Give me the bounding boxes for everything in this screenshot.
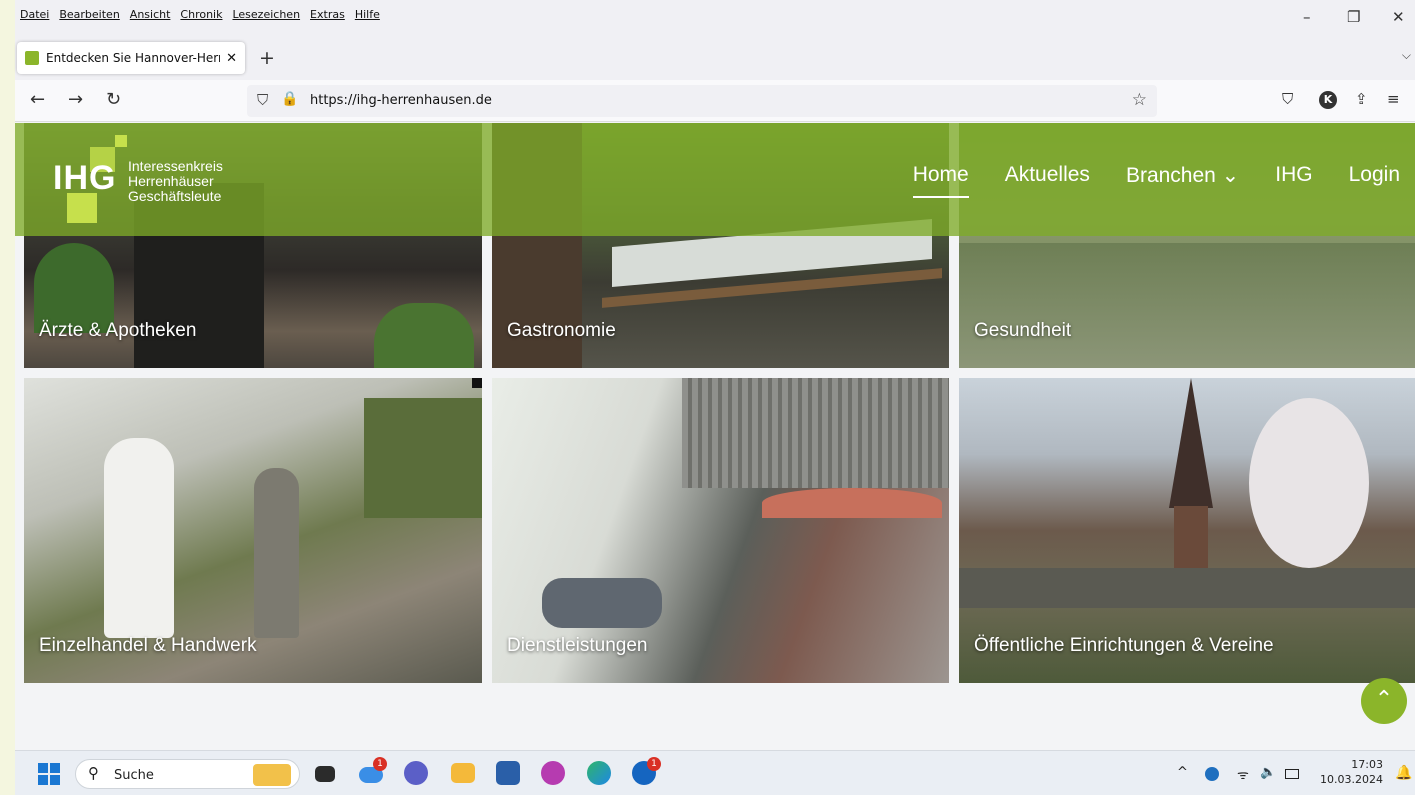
tile-caption: Ärzte & Apotheken [39, 320, 197, 341]
menu-extras[interactable]: Extras [310, 8, 345, 21]
web-page: Ärzte & Apotheken Gastronomie Gesundheit… [15, 123, 1415, 750]
back-icon[interactable]: ← [30, 89, 45, 110]
logo-line1: Interessenkreis [128, 158, 223, 174]
trees [364, 398, 482, 518]
nav-branchen[interactable]: Branchen ⌄ [1126, 163, 1239, 188]
logo-square [115, 135, 127, 147]
windows-start-icon[interactable] [38, 763, 60, 785]
tile-caption: Gesundheit [974, 320, 1072, 341]
edge-icon[interactable] [587, 761, 611, 785]
tile-caption: Dienstleistungen [507, 635, 648, 656]
building-facade [682, 378, 949, 488]
search-highlight-icon [253, 764, 291, 786]
logo-abbr[interactable]: IHG [53, 159, 116, 198]
url-bar[interactable]: ⛉ 🔒 https://ihg-herrenhausen.de ☆ [247, 85, 1157, 117]
menu-hilfe[interactable]: Hilfe [355, 8, 380, 21]
menu-bar: Datei Bearbeiten Ansicht Chronik Lesezei… [15, 0, 1415, 34]
tile-caption: Einzelhandel & Handwerk [39, 635, 257, 656]
tile-oeffentliche-einrichtungen[interactable]: Öffentliche Einrichtungen & Vereine [959, 378, 1415, 683]
umbrella [762, 488, 942, 518]
bookmark-star-icon[interactable]: ☆ [1132, 90, 1147, 110]
pocket-icon[interactable]: ⛉ [1282, 90, 1293, 108]
restore-button[interactable]: ❐ [1347, 8, 1360, 26]
nav-home[interactable]: Home [912, 163, 969, 198]
favicon-icon [25, 51, 39, 65]
navigation-toolbar: ← → ↻ ⛉ 🔒 https://ihg-herrenhausen.de ☆ … [15, 80, 1415, 122]
nav-login[interactable]: Login [1349, 163, 1400, 188]
tile-dienstleistungen[interactable]: Dienstleistungen [492, 378, 949, 683]
tracking-shield-icon[interactable]: ⛉ [257, 91, 268, 109]
taskbar: ⚲ Suche 1 1 ^ ᯤ 🔈 17:03 10.03.2024 🔔 [15, 750, 1415, 795]
search-label: Suche [114, 768, 154, 783]
tile-caption: Gastronomie [507, 320, 616, 341]
tab-close-icon[interactable]: ✕ [226, 51, 237, 66]
chat-icon[interactable] [404, 761, 428, 785]
menu-lesezeichen[interactable]: Lesezeichen [232, 8, 300, 21]
app-menu-icon[interactable]: ≡ [1387, 90, 1400, 108]
menu: Datei Bearbeiten Ansicht Chronik Lesezei… [20, 8, 380, 21]
cyclist-figure [104, 438, 174, 638]
task-view-icon[interactable] [315, 766, 335, 782]
nav-aktuelles[interactable]: Aktuelles [1005, 163, 1090, 188]
volume-icon[interactable]: 🔈 [1260, 765, 1276, 780]
tile-einzelhandel-handwerk[interactable]: Einzelhandel & Handwerk [24, 378, 482, 683]
wifi-icon[interactable]: ᯤ [1237, 765, 1249, 783]
logo-subtitle[interactable]: Interessenkreis Herrenhäuser Geschäftsle… [128, 159, 223, 204]
nav-ihg[interactable]: IHG [1275, 163, 1312, 188]
library-building [959, 568, 1415, 608]
clock[interactable]: 17:03 10.03.2024 [1320, 757, 1383, 787]
meadow [959, 243, 1415, 368]
notification-icon[interactable]: 🔔 [1395, 765, 1412, 781]
store-icon[interactable] [496, 761, 520, 785]
logo-line3: Geschäftsleute [128, 188, 222, 204]
forward-icon[interactable]: → [68, 89, 83, 110]
menu-ansicht[interactable]: Ansicht [130, 8, 171, 21]
logo-line2: Herrenhäuser [128, 173, 214, 189]
reload-icon[interactable]: ↻ [106, 89, 121, 110]
scroll-to-top-button[interactable]: ⌃ [1361, 678, 1407, 724]
menu-datei[interactable]: Datei [20, 8, 49, 21]
blossom-tree [1249, 398, 1369, 568]
tab-list-icon[interactable]: ⌵ [1402, 48, 1411, 63]
left-strip [0, 0, 15, 795]
tab-title: Entdecken Sie Hannover-Herrenhausen [46, 51, 220, 65]
corner-mark [472, 378, 482, 388]
pedestrian-figure [254, 468, 299, 638]
close-window-button[interactable]: ✕ [1392, 8, 1405, 26]
people-group [542, 578, 662, 628]
taskbar-search[interactable]: ⚲ Suche [75, 759, 300, 789]
site-header: IHG Interessenkreis Herrenhäuser Geschäf… [15, 123, 1415, 236]
church-tower [1174, 506, 1208, 576]
search-icon: ⚲ [88, 764, 99, 782]
hedge-decoration [374, 303, 474, 368]
battery-icon[interactable] [1285, 769, 1299, 779]
url-text[interactable]: https://ihg-herrenhausen.de [310, 93, 492, 108]
account-avatar[interactable]: K [1319, 91, 1337, 109]
clock-time: 17:03 [1351, 758, 1383, 771]
clock-date: 10.03.2024 [1320, 773, 1383, 786]
tile-caption: Öffentliche Einrichtungen & Vereine [974, 635, 1274, 656]
minimize-button[interactable]: – [1303, 8, 1311, 26]
app-icon[interactable] [541, 761, 565, 785]
new-tab-button[interactable]: + [259, 47, 275, 69]
menu-bearbeiten[interactable]: Bearbeiten [59, 8, 119, 21]
tab-active[interactable]: Entdecken Sie Hannover-Herrenhausen ✕ [17, 42, 245, 74]
outlook-badge: 1 [647, 757, 661, 771]
lock-icon[interactable]: 🔒 [281, 91, 298, 107]
security-tray-icon[interactable] [1205, 767, 1219, 781]
tab-strip: Entdecken Sie Hannover-Herrenhausen ✕ + … [15, 34, 1415, 80]
main-nav: Home Aktuelles Branchen ⌄ IHG Login [912, 163, 1400, 198]
onedrive-badge: 1 [373, 757, 387, 771]
church-spire [1169, 378, 1213, 508]
extensions-icon[interactable]: ⇪ [1355, 90, 1368, 108]
menu-chronik[interactable]: Chronik [180, 8, 222, 21]
file-explorer-icon[interactable] [451, 763, 475, 783]
tray-chevron-icon[interactable]: ^ [1177, 765, 1188, 780]
